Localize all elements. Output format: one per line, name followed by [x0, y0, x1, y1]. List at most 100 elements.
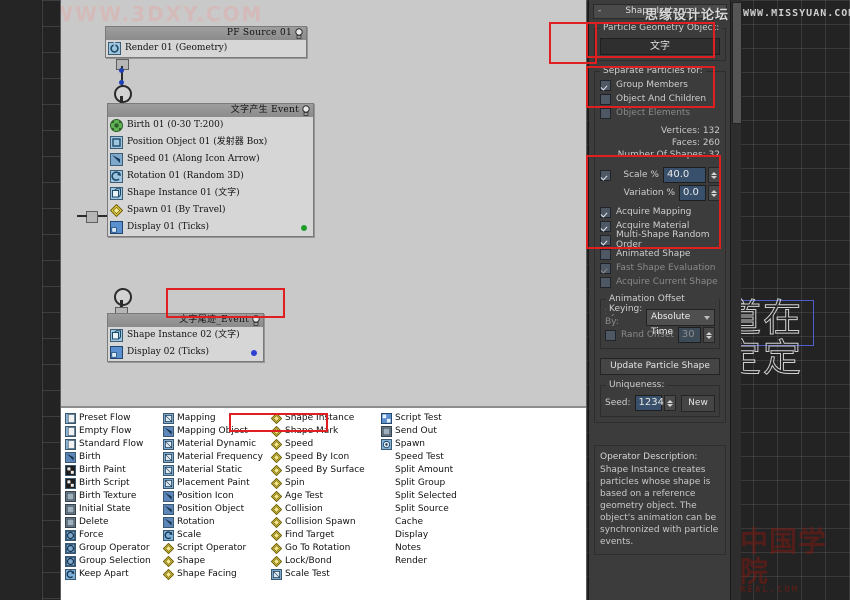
node-row-display-01[interactable]: Display 01 (Ticks) [108, 219, 313, 236]
depot-item-delete[interactable]: Delete [65, 516, 163, 529]
checkbox-acquire-mapping[interactable] [600, 206, 611, 218]
checkbox-row-multi-shape-random-order[interactable]: Multi-Shape Random Order [600, 230, 720, 250]
checkbox-row-acquire-mapping[interactable]: Acquire Mapping [600, 205, 720, 219]
depot-item-split-amount[interactable]: Split Amount [381, 464, 491, 477]
depot-item-material-static[interactable]: Material Static [163, 464, 271, 477]
depot-item-speed-by-surface[interactable]: Speed By Surface [271, 464, 381, 477]
depot-item-send-out[interactable]: Send Out [381, 425, 491, 438]
depot-item-shape-instance[interactable]: Shape Instance [271, 412, 381, 425]
depot-item-speed-by-icon[interactable]: Speed By Icon [271, 451, 381, 464]
checkbox-acquire-material[interactable] [600, 220, 611, 232]
depot-item-force[interactable]: Force [65, 529, 163, 542]
depot-item-position-icon[interactable]: Position Icon [163, 490, 271, 503]
seed-spinner[interactable] [664, 395, 676, 411]
depot-item-scale-test[interactable]: Scale Test [271, 568, 381, 581]
checkbox-object-and-children[interactable] [600, 93, 611, 105]
light-bulb-icon[interactable] [301, 105, 311, 116]
connector-plug-spawn-out[interactable] [86, 211, 98, 223]
depot-item-go-to-rotation[interactable]: Go To Rotation [271, 542, 381, 555]
node-event-wenzi-chansheng[interactable]: 文字产生 Event Birth 01 (0-30 T:200) Positio… [107, 103, 314, 237]
node-pf-source-01[interactable]: PF Source 01 Render 01 (Geometry) [105, 26, 307, 58]
checkbox-rand-offset[interactable] [605, 329, 616, 341]
depot-item-find-target[interactable]: Find Target [271, 529, 381, 542]
light-bulb-icon[interactable] [294, 28, 304, 39]
depot-item-initial-state[interactable]: Initial State [65, 503, 163, 516]
depot-item-collision-spawn[interactable]: Collision Spawn [271, 516, 381, 529]
command-panel-scrollbar-thumb[interactable] [732, 2, 742, 124]
depot-item-birth-texture[interactable]: Birth Texture [65, 490, 163, 503]
node-row-birth-01[interactable]: Birth 01 (0-30 T:200) [108, 117, 313, 134]
node-row-position-object-01[interactable]: Position Object 01 (发射器 Box) [108, 134, 313, 151]
depot-item-age-test[interactable]: Age Test [271, 490, 381, 503]
checkbox-multi-shape-random-order[interactable] [600, 234, 611, 246]
depot-item-standard-flow[interactable]: Standard Flow [65, 438, 163, 451]
seed-field[interactable]: 12345 [634, 395, 670, 411]
depot-item-preset-flow[interactable]: Preset Flow [65, 412, 163, 425]
scale-spinner[interactable] [708, 167, 720, 183]
depot-item-collision[interactable]: Collision [271, 503, 381, 516]
node-row-shape-instance-01[interactable]: Shape Instance 01 (文字) [108, 185, 313, 202]
row-scale[interactable]: Scale % 40.0 [600, 167, 720, 183]
row-seed[interactable]: Seed: 12345 New [605, 394, 715, 412]
depot-item-shape-facing[interactable]: Shape Facing [163, 568, 271, 581]
depot-item-split-selected[interactable]: Split Selected [381, 490, 491, 503]
scale-value-field[interactable]: 40.0 [663, 167, 706, 183]
node-row-spawn-01[interactable]: Spawn 01 (By Travel) [108, 202, 313, 219]
rollout-collapse-icon[interactable]: - [598, 5, 601, 18]
depot-item-scale[interactable]: Scale [163, 529, 271, 542]
depot-item-birth-paint[interactable]: Birth Paint [65, 464, 163, 477]
depot-item-lock-bond[interactable]: Lock/Bond [271, 555, 381, 568]
depot-item-rotation[interactable]: Rotation [163, 516, 271, 529]
depot-item-split-group[interactable]: Split Group [381, 477, 491, 490]
node-row-rotation-01[interactable]: Rotation 01 (Random 3D) [108, 168, 313, 185]
depot-item-spin[interactable]: Spin [271, 477, 381, 490]
depot-item-keep-apart[interactable]: Keep Apart [65, 568, 163, 581]
depot-item-script-operator[interactable]: Script Operator [163, 542, 271, 555]
rand-offset-field[interactable]: 30 [677, 327, 701, 343]
rand-offset-spinner[interactable] [703, 327, 715, 343]
depot-item-notes[interactable]: Notes [381, 542, 491, 555]
depot-item-shape-mark[interactable]: Shape Mark [271, 425, 381, 438]
depot-item-split-source[interactable]: Split Source [381, 503, 491, 516]
depot-item-render[interactable]: Render [381, 555, 491, 568]
particle-view-depot[interactable]: Preset Flow Empty Flow Standard Flow Birth B… [61, 406, 586, 600]
checkbox-scale[interactable] [600, 169, 611, 181]
depot-item-spawn[interactable]: Spawn [381, 438, 491, 451]
depot-item-position-object[interactable]: Position Object [163, 503, 271, 516]
row-variation[interactable]: Variation % 0.0 [600, 185, 720, 201]
node-event-wenzi-weiji[interactable]: 文字尾迹_Event Shape Instance 02 (文字) Displa… [107, 313, 264, 362]
event-input-circle-1[interactable] [114, 85, 132, 103]
depot-item-shape[interactable]: Shape [163, 555, 271, 568]
depot-item-mapping[interactable]: Mapping [163, 412, 271, 425]
depot-item-birth[interactable]: Birth [65, 451, 163, 464]
depot-item-cache[interactable]: Cache [381, 516, 491, 529]
node-row-shape-instance-02[interactable]: Shape Instance 02 (文字) [108, 327, 263, 344]
variation-spinner[interactable] [708, 185, 720, 201]
particle-view-canvas[interactable]: WWW.3DXY.COM PF Source 01 Render 01 (Geo… [61, 0, 586, 406]
node-row-display-02[interactable]: Display 02 (Ticks) [108, 344, 263, 361]
depot-item-group-operator[interactable]: Group Operator [65, 542, 163, 555]
depot-item-mapping-object[interactable]: Mapping Object [163, 425, 271, 438]
chevron-down-icon[interactable] [704, 315, 710, 320]
depot-item-birth-script[interactable]: Birth Script [65, 477, 163, 490]
depot-item-empty-flow[interactable]: Empty Flow [65, 425, 163, 438]
depot-item-group-selection[interactable]: Group Selection [65, 555, 163, 568]
node-title-event-1[interactable]: 文字产生 Event [108, 104, 313, 117]
geometry-object-field[interactable]: 文字 [600, 38, 720, 55]
checkbox-animated-shape[interactable] [600, 248, 611, 260]
depot-item-material-frequency[interactable]: Material Frequency [163, 451, 271, 464]
checkbox-row-group-members[interactable]: Group Members [600, 78, 720, 92]
depot-item-script-test[interactable]: Script Test [381, 412, 491, 425]
depot-item-speed-test[interactable]: Speed Test [381, 451, 491, 464]
node-row-speed-01[interactable]: Speed 01 (Along Icon Arrow) [108, 151, 313, 168]
depot-item-display[interactable]: Display [381, 529, 491, 542]
node-row-render-01[interactable]: Render 01 (Geometry) [106, 40, 306, 57]
node-title-pf-source[interactable]: PF Source 01 [106, 27, 306, 40]
node-title-event-2[interactable]: 文字尾迹_Event [108, 314, 263, 327]
depot-item-placement-paint[interactable]: Placement Paint [163, 477, 271, 490]
depot-item-speed[interactable]: Speed [271, 438, 381, 451]
variation-value-field[interactable]: 0.0 [679, 185, 706, 201]
depot-item-material-dynamic[interactable]: Material Dynamic [163, 438, 271, 451]
checkbox-group-members[interactable] [600, 79, 611, 91]
event-input-circle-2[interactable] [114, 288, 132, 306]
